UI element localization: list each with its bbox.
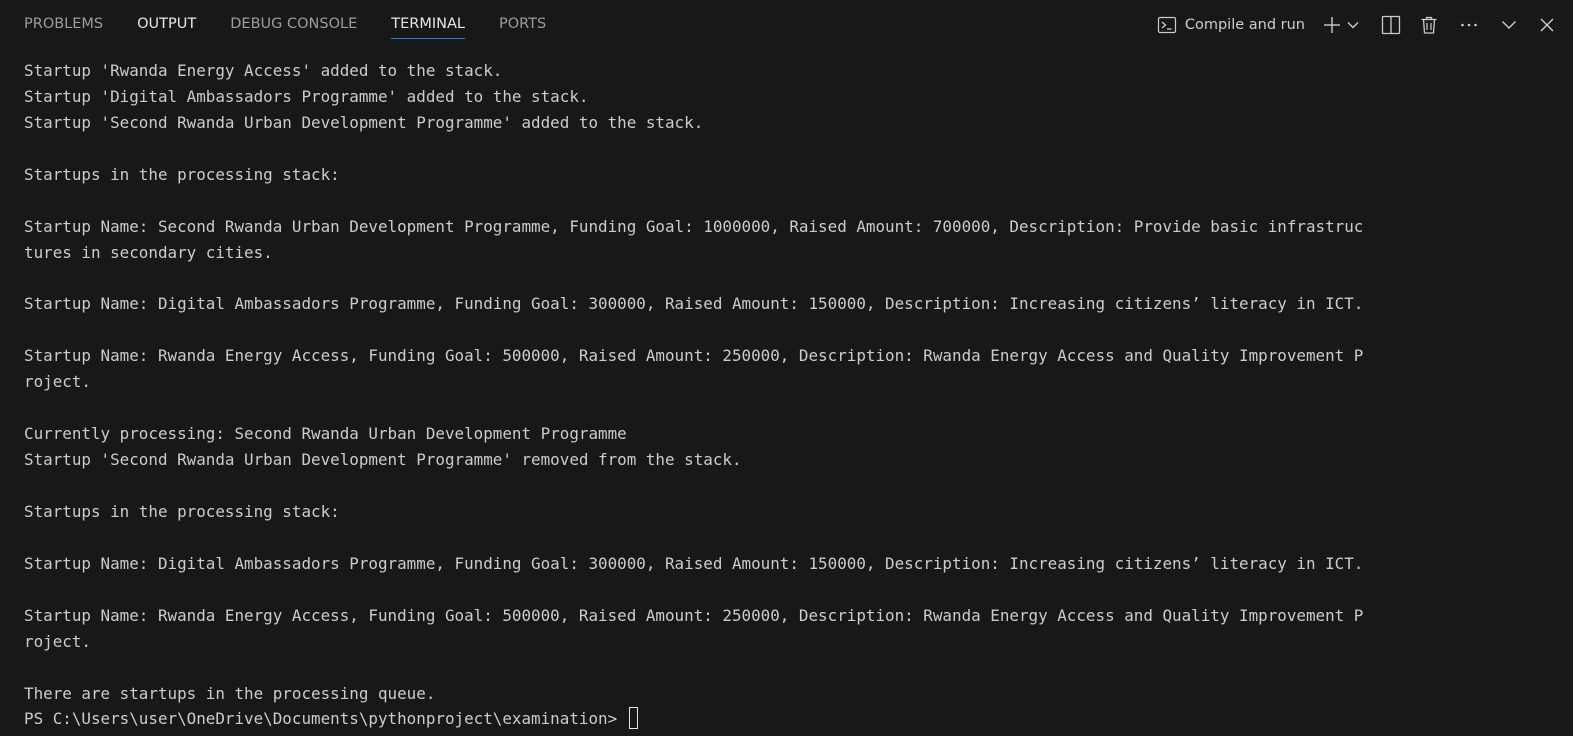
chevron-down-icon <box>1346 18 1360 32</box>
terminal-line: roject. <box>24 631 91 651</box>
tab-output[interactable]: OUTPUT <box>137 0 196 32</box>
tab-debug-console[interactable]: DEBUG CONSOLE <box>230 0 357 32</box>
panel-header: PROBLEMS OUTPUT DEBUG CONSOLE TERMINAL P… <box>0 0 1573 52</box>
terminal-line: There are startups in the processing que… <box>24 683 436 703</box>
terminal-line: Startup 'Second Rwanda Urban Development… <box>24 450 742 470</box>
tab-terminal[interactable]: TERMINAL <box>391 0 465 39</box>
terminal-line: tures in secondary cities. <box>24 242 273 262</box>
tab-ports[interactable]: PORTS <box>499 0 546 32</box>
chevron-down-icon <box>1500 16 1518 34</box>
terminal-line: Startup 'Second Rwanda Urban Development… <box>24 112 704 132</box>
terminal-line: Startup 'Digital Ambassadors Programme' … <box>24 86 589 106</box>
terminal-icon <box>1157 15 1177 35</box>
panel-actions: Compile and run <box>1157 11 1561 39</box>
maximize-panel-button[interactable] <box>1495 11 1523 39</box>
terminal-line: Startup Name: Second Rwanda Urban Develo… <box>24 216 1364 236</box>
terminal-output[interactable]: Startup 'Rwanda Energy Access' added to … <box>24 58 1560 734</box>
terminal-line: Startup Name: Digital Ambassadors Progra… <box>24 553 1364 573</box>
plus-icon <box>1322 15 1342 35</box>
tab-problems[interactable]: PROBLEMS <box>24 0 103 32</box>
more-actions-button[interactable] <box>1455 11 1483 39</box>
split-icon <box>1381 15 1401 35</box>
kill-terminal-button[interactable] <box>1415 11 1443 39</box>
compile-and-run-label: Compile and run <box>1184 17 1305 33</box>
split-terminal-button[interactable] <box>1377 11 1405 39</box>
terminal-scrollbar[interactable] <box>1563 58 1573 578</box>
ellipsis-icon <box>1459 15 1479 35</box>
new-terminal-button[interactable] <box>1321 11 1343 39</box>
terminal-line: Startup Name: Rwanda Energy Access, Fund… <box>24 605 1364 625</box>
launch-profile-button[interactable] <box>1343 11 1363 39</box>
close-panel-button[interactable] <box>1533 11 1561 39</box>
compile-and-run-button[interactable]: Compile and run <box>1157 11 1305 39</box>
terminal-line: Startups in the processing stack: <box>24 501 340 521</box>
terminal-line: Startup Name: Rwanda Energy Access, Fund… <box>24 346 1364 366</box>
terminal-line: Startup Name: Digital Ambassadors Progra… <box>24 294 1364 314</box>
terminal-line: roject. <box>24 372 91 392</box>
panel-tabs: PROBLEMS OUTPUT DEBUG CONSOLE TERMINAL P… <box>24 0 580 52</box>
terminal-prompt-line[interactable]: PS C:\Users\user\OneDrive\Documents\pyth… <box>24 706 1560 732</box>
terminal-line: Currently processing: Second Rwanda Urba… <box>24 424 627 444</box>
terminal-line: Startups in the processing stack: <box>24 164 340 184</box>
terminal-line: Startup 'Rwanda Energy Access' added to … <box>24 61 503 80</box>
terminal-cursor <box>628 707 638 730</box>
close-icon <box>1538 16 1556 34</box>
terminal-prompt: PS C:\Users\user\OneDrive\Documents\pyth… <box>24 709 627 729</box>
trash-icon <box>1419 15 1439 35</box>
